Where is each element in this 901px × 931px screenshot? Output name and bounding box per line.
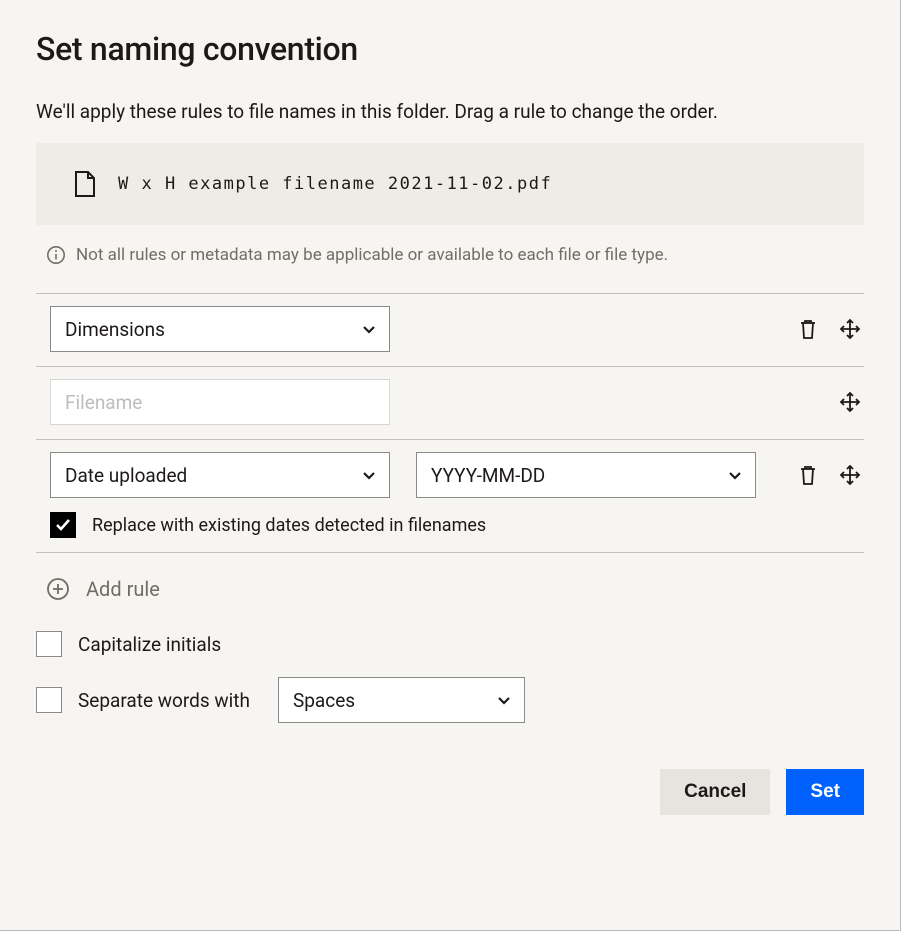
select-value: Dimensions [65, 318, 165, 341]
rule-row: Filename [36, 367, 864, 440]
select-value: Date uploaded [65, 464, 187, 487]
select-value: Spaces [293, 689, 355, 712]
add-rule-label: Add rule [86, 577, 160, 601]
drag-handle-icon[interactable] [838, 390, 862, 414]
rule-row-top: Dimensions [50, 306, 864, 352]
filename-preview: W x H example filename 2021-11-02.pdf [36, 143, 864, 225]
info-icon [46, 245, 66, 265]
select-value: YYYY-MM-DD [431, 464, 545, 487]
capitalize-label: Capitalize initials [78, 633, 221, 656]
date-format-select[interactable]: YYYY-MM-DD [416, 452, 756, 498]
capitalize-checkbox[interactable] [36, 631, 62, 657]
dialog-body: Set naming convention We'll apply these … [0, 0, 900, 843]
rule-actions [796, 317, 864, 341]
rule-actions [796, 463, 864, 487]
rule-row-top: Filename [50, 379, 864, 425]
replace-dates-checkbox[interactable] [50, 512, 76, 538]
chevron-down-icon [359, 319, 379, 339]
info-note-text: Not all rules or metadata may be applica… [76, 245, 668, 265]
capitalize-row: Capitalize initials [36, 631, 864, 657]
rule-actions [838, 390, 864, 414]
plus-circle-icon [46, 577, 70, 601]
delete-rule-button[interactable] [796, 463, 820, 487]
chevron-down-icon [359, 465, 379, 485]
input-placeholder: Filename [65, 391, 142, 414]
add-rule-button[interactable]: Add rule [46, 577, 864, 601]
rule-type-select[interactable]: Dimensions [50, 306, 390, 352]
dialog-title: Set naming convention [36, 30, 864, 68]
dialog-subhead: We'll apply these rules to file names in… [36, 100, 864, 123]
rules-list: Dimensions [36, 293, 864, 553]
rule-row: Dimensions [36, 294, 864, 367]
drag-handle-icon[interactable] [838, 463, 862, 487]
filename-input[interactable]: Filename [50, 379, 390, 425]
rule-type-select[interactable]: Date uploaded [50, 452, 390, 498]
chevron-down-icon [725, 465, 745, 485]
filename-preview-text: W x H example filename 2021-11-02.pdf [118, 174, 552, 194]
file-icon [74, 171, 96, 197]
drag-handle-icon[interactable] [838, 317, 862, 341]
delete-rule-button[interactable] [796, 317, 820, 341]
dialog-footer: Cancel Set [36, 769, 864, 815]
chevron-down-icon [494, 690, 514, 710]
set-button[interactable]: Set [786, 769, 864, 815]
info-note-row: Not all rules or metadata may be applica… [46, 245, 864, 265]
separator-row: Separate words with Spaces [36, 677, 864, 723]
rules-divider [36, 552, 864, 553]
cancel-button[interactable]: Cancel [660, 769, 770, 815]
separator-checkbox[interactable] [36, 687, 62, 713]
separator-select[interactable]: Spaces [278, 677, 525, 723]
replace-dates-label: Replace with existing dates detected in … [92, 515, 486, 536]
rule-row: Date uploaded YYYY-MM-DD [36, 440, 864, 553]
separator-label: Separate words with [78, 689, 250, 712]
replace-dates-row: Replace with existing dates detected in … [50, 512, 864, 538]
rule-row-top: Date uploaded YYYY-MM-DD [50, 452, 864, 498]
